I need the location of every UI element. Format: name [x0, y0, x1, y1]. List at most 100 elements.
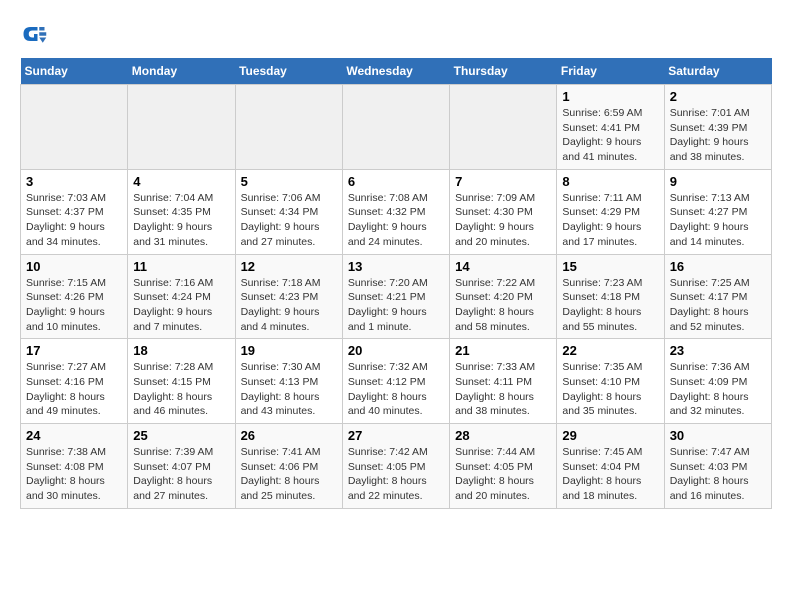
calendar-cell: 24Sunrise: 7:38 AM Sunset: 4:08 PM Dayli… — [21, 424, 128, 509]
calendar-cell: 5 Sunrise: 7:06 AM Sunset: 4:34 PM Daylig… — [235, 169, 342, 254]
day-info: Sunrise: 7:47 AM Sunset: 4:03 PM Dayligh… — [670, 445, 766, 504]
day-info: Sunrise: 7:41 AM Sunset: 4:06 PM Dayligh… — [241, 445, 337, 504]
calendar-cell: 14 Sunrise: 7:22 AM Sunset: 4:20 PM Dayli… — [450, 254, 557, 339]
day-number: 15 — [562, 259, 658, 274]
day-number: 5 — [241, 174, 337, 189]
day-number: 20 — [348, 343, 444, 358]
day-number: 11 — [133, 259, 229, 274]
day-info: Sunrise: 7:08 AM Sunset: 4:32 PM Dayligh… — [348, 191, 444, 250]
calendar-cell: 15 Sunrise: 7:23 AM Sunset: 4:18 PM Dayli… — [557, 254, 664, 339]
calendar-cell: 9 Sunrise: 7:13 AM Sunset: 4:27 PM Daylig… — [664, 169, 771, 254]
day-info: Sunrise: 7:28 AM Sunset: 4:15 PM Dayligh… — [133, 360, 229, 419]
calendar-table: SundayMondayTuesdayWednesdayThursdayFrid… — [20, 58, 772, 509]
calendar-cell: 8Sunrise: 7:11 AM Sunset: 4:29 PM Daylig… — [557, 169, 664, 254]
calendar-cell: 27 Sunrise: 7:42 AM Sunset: 4:05 PM Dayli… — [342, 424, 449, 509]
calendar-cell: 26 Sunrise: 7:41 AM Sunset: 4:06 PM Dayli… — [235, 424, 342, 509]
calendar-cell — [342, 85, 449, 170]
weekday-header-row: SundayMondayTuesdayWednesdayThursdayFrid… — [21, 58, 772, 85]
day-info: Sunrise: 7:44 AM Sunset: 4:05 PM Dayligh… — [455, 445, 551, 504]
day-number: 23 — [670, 343, 766, 358]
day-number: 10 — [26, 259, 122, 274]
day-info: Sunrise: 7:18 AM Sunset: 4:23 PM Dayligh… — [241, 276, 337, 335]
day-number: 1 — [562, 89, 658, 104]
day-info: Sunrise: 6:59 AM Sunset: 4:41 PM Dayligh… — [562, 106, 658, 165]
calendar-cell: 6 Sunrise: 7:08 AM Sunset: 4:32 PM Daylig… — [342, 169, 449, 254]
weekday-header-thursday: Thursday — [450, 58, 557, 85]
day-number: 28 — [455, 428, 551, 443]
day-info: Sunrise: 7:32 AM Sunset: 4:12 PM Dayligh… — [348, 360, 444, 419]
day-info: Sunrise: 7:20 AM Sunset: 4:21 PM Dayligh… — [348, 276, 444, 335]
calendar-cell: 28 Sunrise: 7:44 AM Sunset: 4:05 PM Dayli… — [450, 424, 557, 509]
day-info: Sunrise: 7:42 AM Sunset: 4:05 PM Dayligh… — [348, 445, 444, 504]
day-number: 21 — [455, 343, 551, 358]
day-number: 3 — [26, 174, 122, 189]
calendar-cell: 17 Sunrise: 7:27 AM Sunset: 4:16 PM Dayli… — [21, 339, 128, 424]
day-number: 7 — [455, 174, 551, 189]
calendar-cell: 10 Sunrise: 7:15 AM Sunset: 4:26 PM Dayli… — [21, 254, 128, 339]
calendar-week-row: 1 Sunrise: 6:59 AM Sunset: 4:41 PM Daylig… — [21, 85, 772, 170]
day-number: 16 — [670, 259, 766, 274]
day-number: 26 — [241, 428, 337, 443]
day-info: Sunrise: 7:13 AM Sunset: 4:27 PM Dayligh… — [670, 191, 766, 250]
day-info: Sunrise: 7:45 AM Sunset: 4:04 PM Dayligh… — [562, 445, 658, 504]
day-info: Sunrise: 7:39 AM Sunset: 4:07 PM Dayligh… — [133, 445, 229, 504]
day-info: Sunrise: 7:36 AM Sunset: 4:09 PM Dayligh… — [670, 360, 766, 419]
calendar-cell: 30 Sunrise: 7:47 AM Sunset: 4:03 PM Dayli… — [664, 424, 771, 509]
day-info: Sunrise: 7:15 AM Sunset: 4:26 PM Dayligh… — [26, 276, 122, 335]
calendar-cell: 19 Sunrise: 7:30 AM Sunset: 4:13 PM Dayli… — [235, 339, 342, 424]
calendar-cell: 11 Sunrise: 7:16 AM Sunset: 4:24 PM Dayli… — [128, 254, 235, 339]
day-number: 18 — [133, 343, 229, 358]
calendar-cell: 18 Sunrise: 7:28 AM Sunset: 4:15 PM Dayli… — [128, 339, 235, 424]
day-number: 17 — [26, 343, 122, 358]
day-number: 22 — [562, 343, 658, 358]
day-number: 14 — [455, 259, 551, 274]
calendar-cell: 2Sunrise: 7:01 AM Sunset: 4:39 PM Daylig… — [664, 85, 771, 170]
day-number: 6 — [348, 174, 444, 189]
day-number: 2 — [670, 89, 766, 104]
day-info: Sunrise: 7:04 AM Sunset: 4:35 PM Dayligh… — [133, 191, 229, 250]
weekday-header-saturday: Saturday — [664, 58, 771, 85]
day-info: Sunrise: 7:35 AM Sunset: 4:10 PM Dayligh… — [562, 360, 658, 419]
calendar-cell: 23 Sunrise: 7:36 AM Sunset: 4:09 PM Dayli… — [664, 339, 771, 424]
day-number: 12 — [241, 259, 337, 274]
day-info: Sunrise: 7:09 AM Sunset: 4:30 PM Dayligh… — [455, 191, 551, 250]
calendar-week-row: 17 Sunrise: 7:27 AM Sunset: 4:16 PM Dayli… — [21, 339, 772, 424]
day-info: Sunrise: 7:27 AM Sunset: 4:16 PM Dayligh… — [26, 360, 122, 419]
day-info: Sunrise: 7:30 AM Sunset: 4:13 PM Dayligh… — [241, 360, 337, 419]
calendar-cell: 21 Sunrise: 7:33 AM Sunset: 4:11 PM Dayli… — [450, 339, 557, 424]
day-info: Sunrise: 7:22 AM Sunset: 4:20 PM Dayligh… — [455, 276, 551, 335]
day-number: 25 — [133, 428, 229, 443]
day-info: Sunrise: 7:23 AM Sunset: 4:18 PM Dayligh… — [562, 276, 658, 335]
weekday-header-sunday: Sunday — [21, 58, 128, 85]
calendar-cell: 12 Sunrise: 7:18 AM Sunset: 4:23 PM Dayli… — [235, 254, 342, 339]
calendar-week-row: 24Sunrise: 7:38 AM Sunset: 4:08 PM Dayli… — [21, 424, 772, 509]
day-info: Sunrise: 7:03 AM Sunset: 4:37 PM Dayligh… — [26, 191, 122, 250]
weekday-header-monday: Monday — [128, 58, 235, 85]
day-number: 30 — [670, 428, 766, 443]
weekday-header-friday: Friday — [557, 58, 664, 85]
calendar-cell — [235, 85, 342, 170]
calendar-cell: 1 Sunrise: 6:59 AM Sunset: 4:41 PM Daylig… — [557, 85, 664, 170]
calendar-cell: 20 Sunrise: 7:32 AM Sunset: 4:12 PM Dayli… — [342, 339, 449, 424]
day-number: 19 — [241, 343, 337, 358]
day-info: Sunrise: 7:06 AM Sunset: 4:34 PM Dayligh… — [241, 191, 337, 250]
day-number: 29 — [562, 428, 658, 443]
day-number: 4 — [133, 174, 229, 189]
calendar-cell: 25 Sunrise: 7:39 AM Sunset: 4:07 PM Dayli… — [128, 424, 235, 509]
logo-icon — [20, 20, 48, 48]
weekday-header-tuesday: Tuesday — [235, 58, 342, 85]
calendar-cell — [128, 85, 235, 170]
day-number: 24 — [26, 428, 122, 443]
day-info: Sunrise: 7:25 AM Sunset: 4:17 PM Dayligh… — [670, 276, 766, 335]
day-number: 9 — [670, 174, 766, 189]
weekday-header-wednesday: Wednesday — [342, 58, 449, 85]
day-info: Sunrise: 7:11 AM Sunset: 4:29 PM Dayligh… — [562, 191, 658, 250]
calendar-cell: 3 Sunrise: 7:03 AM Sunset: 4:37 PM Daylig… — [21, 169, 128, 254]
calendar-cell — [450, 85, 557, 170]
day-number: 27 — [348, 428, 444, 443]
calendar-cell: 4 Sunrise: 7:04 AM Sunset: 4:35 PM Daylig… — [128, 169, 235, 254]
calendar-cell: 16 Sunrise: 7:25 AM Sunset: 4:17 PM Dayli… — [664, 254, 771, 339]
calendar-cell: 29 Sunrise: 7:45 AM Sunset: 4:04 PM Dayli… — [557, 424, 664, 509]
day-info: Sunrise: 7:33 AM Sunset: 4:11 PM Dayligh… — [455, 360, 551, 419]
day-info: Sunrise: 7:16 AM Sunset: 4:24 PM Dayligh… — [133, 276, 229, 335]
